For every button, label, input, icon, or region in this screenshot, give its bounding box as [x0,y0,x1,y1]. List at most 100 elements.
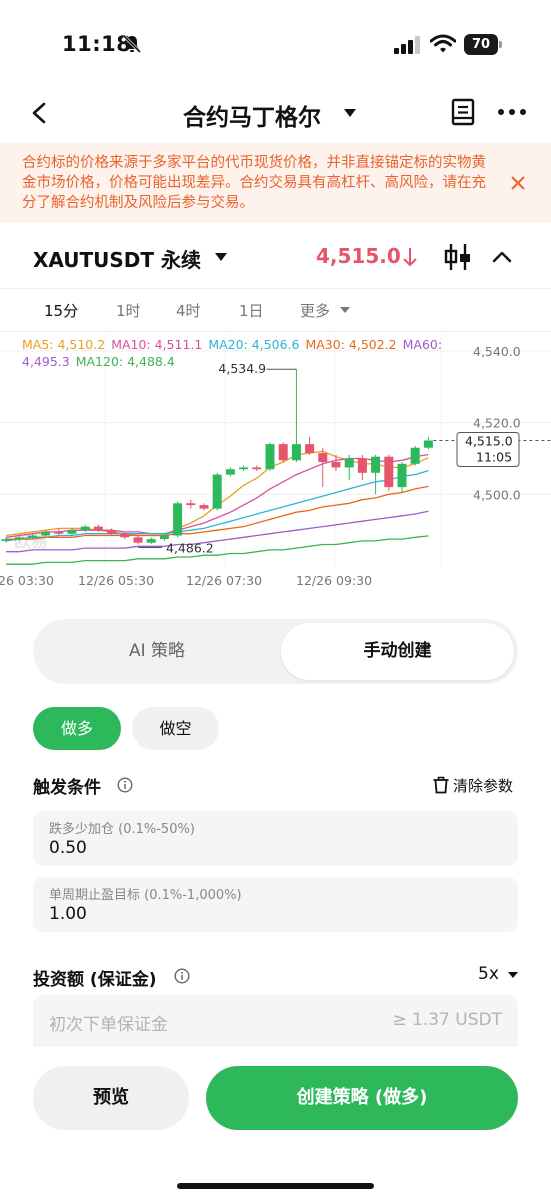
candle-down [93,526,103,531]
candle-up [225,469,235,475]
candle-up [212,474,222,509]
current-price-tag-value: 4,515.0 [465,434,513,449]
status-time: 11:18 [62,32,132,56]
add-position-drop-field[interactable]: 跌多少加仓 (0.1%-50%) 0.50 [33,811,518,866]
kline-chart[interactable]: 4,540.0 4,520.0 4,500.0 欧易 4,534.9 4,486.2 4,5… [0,333,551,595]
candle-up [1,539,11,541]
preview-button[interactable]: 预览 [33,1066,189,1130]
candle-up [67,530,77,534]
wifi-icon [430,34,456,53]
take-profit-value[interactable]: 1.00 [49,904,87,924]
last-price: 4,515.0 [316,244,401,268]
margin-amount-input[interactable]: 初次下单保证金 ≥ 1.37 USDT [33,995,518,1047]
ai-strategy-tab[interactable]: AI 策略 [37,623,277,680]
candle-up [41,531,51,536]
time-tick-label: 12/26 05:30 [78,573,154,588]
candle-up [344,458,354,468]
candle-down [107,530,117,534]
time-tick-label: 26 03:30 [0,573,54,588]
bell-off-icon [122,34,142,54]
timeframe-tabs: 15分 1时 4时 1日 更多 [0,288,551,332]
short-button[interactable]: 做空 [132,707,219,750]
investment-info-icon[interactable] [174,968,190,984]
long-button[interactable]: 做多 [33,707,121,750]
candle-down [357,458,367,473]
candle-up [410,447,420,464]
tab-4h[interactable]: 4时 [176,300,201,321]
tab-1h[interactable]: 1时 [116,300,141,321]
document-icon[interactable] [451,98,475,126]
candlestick-icon[interactable] [444,242,472,272]
ma-legend-item: MA30: 4,502.2 [305,337,397,352]
candle-down [318,453,328,463]
take-profit-label: 单周期止盈目标 (0.1%-1,000%) [49,888,242,903]
candle-down [278,444,288,461]
leverage-dropdown-icon [508,972,518,978]
candle-down [252,467,262,470]
close-icon[interactable] [508,173,528,193]
tab-more[interactable]: 更多 [300,300,330,321]
symbol-selector[interactable]: XAUTUSDT 永续 [33,244,201,273]
candle-up [27,535,37,538]
tab-1d[interactable]: 1日 [239,300,264,321]
ma-legend-item: 4,495.3 [22,354,70,369]
title-dropdown-icon[interactable] [343,108,357,118]
candle-down [120,533,130,538]
low-price-label: 4,486.2 [166,540,214,555]
risk-notice-text: 合约标的价格来源于多家平台的代币现货价格，并非直接锚定标的实物黄金市场价格，价格… [22,155,486,211]
create-strategy-button[interactable]: 创建策略 (做多) [206,1066,518,1130]
candle-up [239,467,249,470]
more-options-icon[interactable] [497,108,527,116]
candle-down [54,531,64,534]
ma-legend-item: MA5: 4,510.2 [22,337,106,352]
candle-up [80,526,90,531]
signal-icon [394,36,420,54]
price-tick-label: 4,500.0 [473,487,521,502]
candle-down [384,456,394,488]
margin-amount-placeholder[interactable]: 初次下单保证金 [49,1010,168,1035]
candle-down [186,503,196,506]
price-down-arrow-icon [403,248,417,267]
tab-15m[interactable]: 15分 [44,300,78,321]
candle-down [305,444,315,454]
risk-notice-banner: 合约标的价格来源于多家平台的代币现货价格，并非直接锚定标的实物黄金市场价格，价格… [0,143,551,223]
battery-level: 70 [464,34,498,55]
candle-up [265,444,275,470]
symbol-row: XAUTUSDT 永续 4,515.0 [0,232,551,284]
collapse-chart-icon[interactable] [492,250,512,264]
candle-up [173,503,183,536]
add-position-drop-label: 跌多少加仓 (0.1%-50%) [49,822,195,837]
candle-up [146,539,156,543]
kline-chart-canvas: 4,540.04,520.04,500.0欧易4,534.94,486.24,5… [0,333,551,588]
candle-up [371,456,381,473]
trigger-conditions-title: 触发条件 [33,778,101,798]
ma-legend-item: MA60: [402,337,443,352]
trash-icon [433,776,449,794]
info-icon[interactable] [117,777,133,793]
page-title[interactable]: 合约马丁格尔 [183,98,321,132]
candle-down [199,505,209,509]
candle-up [397,463,407,488]
leverage-value: 5x [478,964,499,984]
manual-create-tab[interactable]: 手动创建 [281,623,514,680]
symbol-dropdown-icon[interactable] [214,252,228,262]
investment-title: 投资额 (保证金) [33,970,157,990]
status-bar: 11:18 70 [0,0,551,88]
candle-up [14,537,24,540]
home-indicator [177,1183,374,1189]
back-icon[interactable] [28,100,52,126]
strategy-mode-toggle: AI 策略 手动创建 [33,619,518,684]
ma-legend: MA5: 4,510.2 MA10: 4,511.1 MA20: 4,506.6 MA… [22,336,462,370]
ma-legend-item: MA120: 4,488.4 [75,354,175,369]
candle-down [133,537,143,543]
time-tick-label: 12/26 07:30 [186,573,262,588]
ma-legend-item: MA10: 4,511.1 [111,337,203,352]
more-dropdown-icon[interactable] [340,306,350,314]
take-profit-field[interactable]: 单周期止盈目标 (0.1%-1,000%) 1.00 [33,877,518,932]
margin-minimum: ≥ 1.37 USDT [392,1010,502,1030]
candle-countdown: 11:05 [476,450,512,465]
ma-legend-item: MA20: 4,506.6 [208,337,300,352]
nav-header: 合约马丁格尔 [0,88,551,140]
add-position-drop-value[interactable]: 0.50 [49,838,87,858]
battery-indicator: 70 [464,34,502,55]
